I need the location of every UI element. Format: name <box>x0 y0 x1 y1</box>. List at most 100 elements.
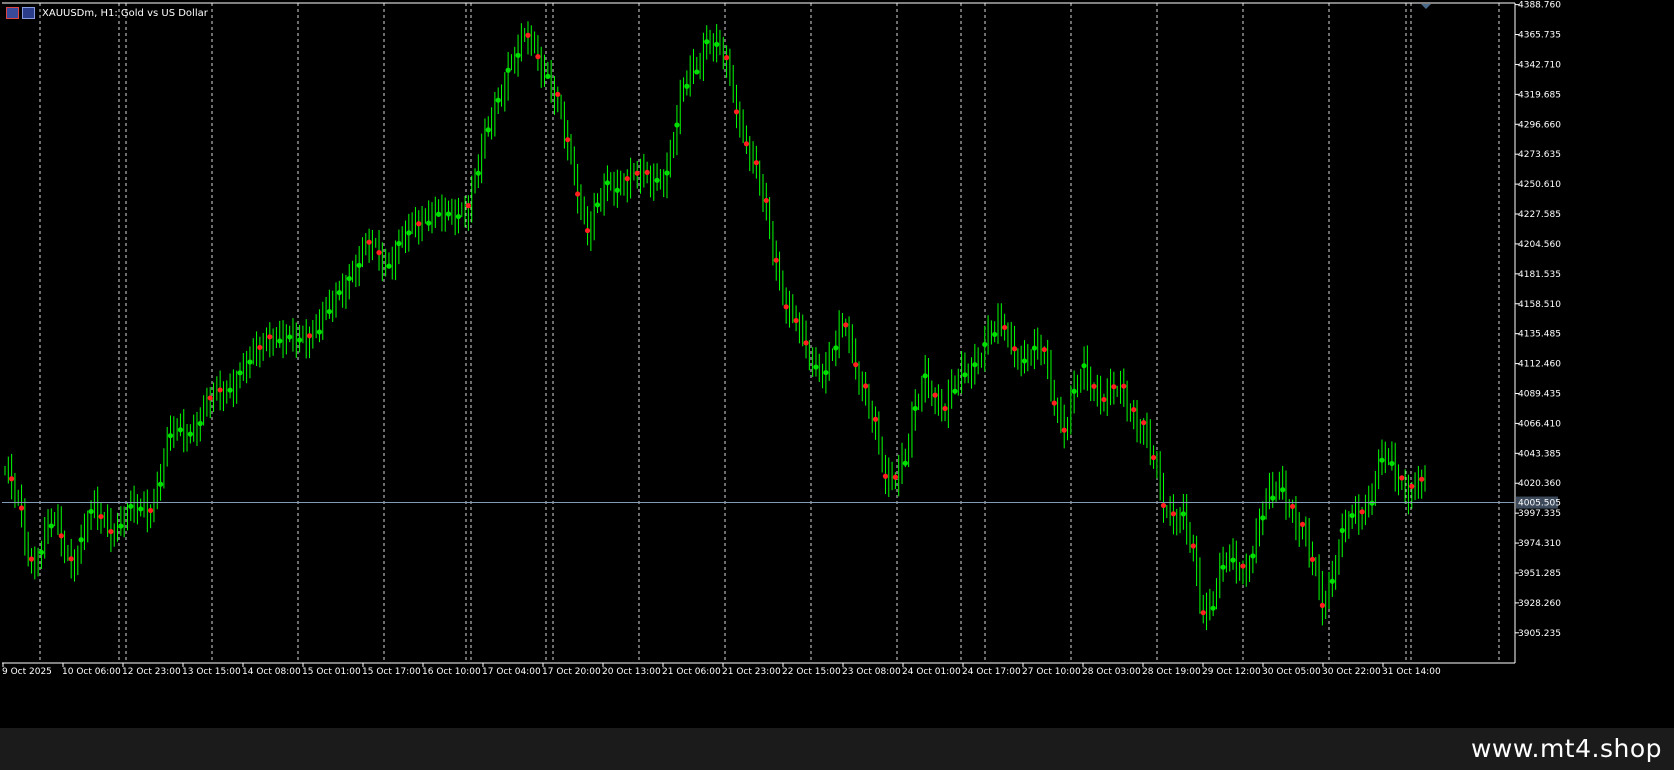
time-tick-label: 21 Oct 06:00 <box>662 667 721 677</box>
trend-dot <box>634 170 640 176</box>
trend-dot <box>157 481 164 487</box>
trend-dot <box>723 55 730 61</box>
trend-dot <box>1349 512 1355 519</box>
trend-dot <box>1121 383 1127 389</box>
trend-dot <box>366 239 372 245</box>
trend-dot <box>495 97 501 103</box>
trend-dot <box>78 537 84 543</box>
time-tick-label: 31 Oct 14:00 <box>1382 667 1441 677</box>
price-tick-label: 4181.535 <box>1518 270 1561 280</box>
trend-dot <box>565 137 571 143</box>
time-tick-label: 15 Oct 17:00 <box>362 667 421 677</box>
trend-dot <box>346 275 352 282</box>
trend-dot <box>1101 396 1107 403</box>
trend-dot <box>217 387 223 393</box>
time-tick-label: 30 Oct 22:00 <box>1322 667 1381 677</box>
trend-dot <box>1260 515 1266 521</box>
trend-dot <box>1399 475 1405 481</box>
trend-dot <box>1160 502 1167 509</box>
trend-dot <box>68 556 74 562</box>
trend-dot <box>287 334 293 340</box>
chart-window-icon[interactable] <box>6 7 19 19</box>
time-tick-label: 9 Oct 2025 <box>2 667 52 677</box>
trend-dot <box>704 39 710 45</box>
trend-dot <box>1280 487 1286 493</box>
trend-dot <box>1309 556 1316 562</box>
trend-dot <box>38 549 45 555</box>
trend-dot <box>465 203 472 209</box>
time-tick-label: 30 Oct 05:00 <box>1262 667 1321 677</box>
trend-dot <box>684 83 690 89</box>
trend-dot <box>545 73 551 79</box>
trend-dot <box>1250 553 1256 559</box>
trend-dot <box>654 177 660 183</box>
price-tick-label: 4204.560 <box>1518 240 1561 250</box>
time-tick-label: 16 Oct 10:00 <box>422 667 481 677</box>
trend-dot <box>793 317 799 324</box>
trend-dot <box>138 506 144 512</box>
trend-dot <box>1081 363 1087 369</box>
trend-dot <box>743 141 750 147</box>
price-tick-label: 4273.635 <box>1518 150 1561 160</box>
trend-dot <box>1270 495 1276 501</box>
trend-dot <box>98 513 104 520</box>
trend-dot <box>197 420 203 427</box>
price-tick-label: 4158.510 <box>1518 300 1561 310</box>
trend-dot <box>922 373 928 379</box>
trend-dot <box>426 220 432 226</box>
trend-dot <box>296 337 303 343</box>
trend-dot <box>187 431 193 437</box>
trend-dot <box>108 528 114 535</box>
trend-dot <box>167 433 174 439</box>
trend-dot <box>1131 407 1137 413</box>
trend-dot <box>177 427 184 433</box>
watermark-text: www.mt4.shop <box>1470 734 1662 763</box>
trend-dot <box>1289 503 1296 509</box>
footer-bar: www.mt4.shop <box>0 728 1674 770</box>
trend-dot <box>1419 476 1425 482</box>
chart-properties-icon[interactable] <box>22 7 35 19</box>
trend-dot <box>118 523 124 529</box>
price-tick-label: 4296.660 <box>1518 120 1561 130</box>
time-tick-label: 14 Oct 08:00 <box>242 667 301 677</box>
trend-dot <box>207 395 213 401</box>
trend-dot <box>763 197 769 204</box>
price-tick-label: 4066.410 <box>1518 419 1561 429</box>
time-tick-label: 17 Oct 20:00 <box>542 667 601 677</box>
trend-dot <box>1061 427 1067 433</box>
price-tick-label: 4135.485 <box>1518 330 1561 340</box>
trend-dot <box>267 334 273 340</box>
trend-dot <box>1210 605 1216 611</box>
time-tick-label: 28 Oct 03:00 <box>1082 667 1141 677</box>
trend-dot <box>1111 384 1117 390</box>
price-tick-label: 4250.610 <box>1518 180 1561 190</box>
trend-dot <box>594 202 601 208</box>
trend-dot <box>237 370 243 376</box>
time-tick-label: 24 Oct 17:00 <box>962 667 1021 677</box>
trend-dot <box>1190 543 1196 549</box>
trend-dot <box>336 290 342 296</box>
trend-dot <box>1031 345 1038 351</box>
trend-dot <box>416 221 422 227</box>
time-tick-label: 10 Oct 06:00 <box>62 667 121 677</box>
time-tick-label: 23 Oct 08:00 <box>842 667 901 677</box>
trend-dot <box>614 187 620 193</box>
trend-dot <box>1041 346 1047 353</box>
price-chart[interactable]: 4388.760 4365.735 4342.710 4319.685 4296.660… <box>0 0 1674 770</box>
trend-dot <box>326 308 332 315</box>
chart-canvas[interactable]: 4388.760 4365.735 4342.710 4319.685 4296.660… <box>0 0 1674 770</box>
time-tick-label: 27 Oct 10:00 <box>1022 667 1081 677</box>
trend-dot <box>853 362 859 368</box>
time-tick-label: 24 Oct 01:00 <box>902 667 961 677</box>
time-tick-label: 17 Oct 04:00 <box>482 667 541 677</box>
trend-dot <box>902 460 908 466</box>
trend-dot <box>555 91 561 97</box>
trend-dot <box>1339 527 1345 534</box>
trend-dot <box>823 369 829 376</box>
price-tick-label: 3905.235 <box>1518 629 1561 639</box>
trend-dot <box>277 338 283 344</box>
trend-dot <box>644 169 650 176</box>
trend-dot <box>1230 557 1236 563</box>
trend-dot <box>1240 563 1246 569</box>
time-tick-label: 22 Oct 15:00 <box>782 667 841 677</box>
